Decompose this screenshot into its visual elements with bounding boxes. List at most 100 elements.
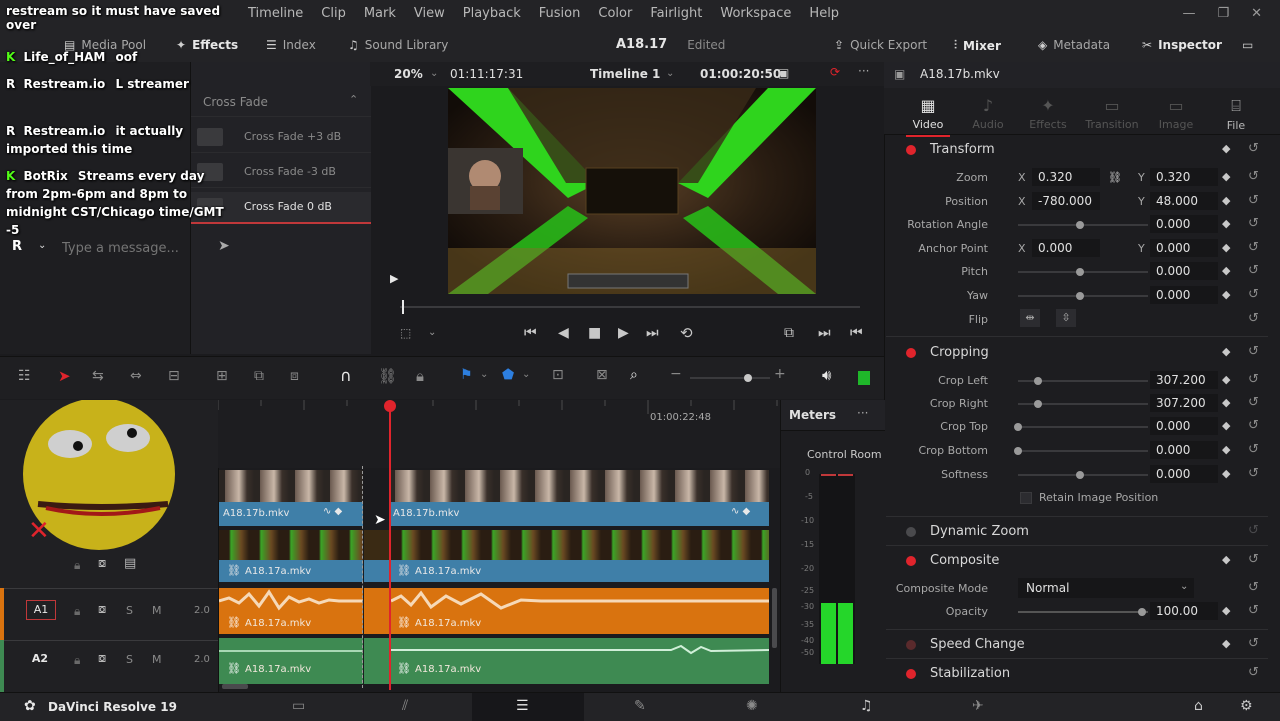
a2-track-label[interactable]: A2 [26, 650, 54, 668]
opacity-field[interactable]: 100.00 [1150, 602, 1218, 620]
maximize-icon[interactable]: ❐ [1217, 6, 1229, 21]
timeline-zoom-slider[interactable] [690, 374, 770, 382]
audio-transition[interactable] [364, 638, 390, 684]
keyframe-diamond-icon[interactable]: ◆ [1222, 419, 1230, 432]
reset-icon[interactable]: ↺ [1248, 287, 1259, 302]
solo-button[interactable]: S [126, 604, 133, 617]
keyframe-diamond-icon[interactable]: ◆ [1222, 467, 1230, 480]
keyframe-diamond-icon[interactable]: ◆ [1222, 241, 1230, 254]
rotation-slider[interactable] [1018, 221, 1148, 229]
index-button[interactable]: ☰ Index [266, 38, 316, 52]
chevron-down-icon[interactable]: ⌄ [480, 369, 488, 380]
menu-clip[interactable]: Clip [321, 6, 346, 21]
pitch-field[interactable]: 0.000 [1150, 262, 1218, 280]
speaker-icon[interactable]: 🔊︎ [822, 366, 831, 384]
menu-timeline[interactable]: Timeline [248, 6, 303, 21]
edit-page-tab[interactable]: ☰ [472, 693, 584, 721]
menu-fusion[interactable]: Fusion [539, 6, 581, 21]
keyframe-diamond-icon[interactable]: ◆ [1222, 373, 1230, 386]
speed-change-enable-toggle[interactable] [906, 640, 916, 650]
chevron-down-icon[interactable]: ⌄ [428, 327, 436, 338]
keyframe-diamond-icon[interactable]: ◆ [1222, 345, 1230, 358]
stabilization-section[interactable]: Stabilization ↺ [886, 661, 1268, 687]
solo-button[interactable]: S [126, 653, 133, 666]
reset-icon[interactable]: ↺ [1248, 442, 1259, 457]
match-frame-icon[interactable]: ⧉ [784, 325, 794, 341]
reset-icon[interactable]: ↺ [1248, 580, 1259, 595]
keyframe-diamond-icon[interactable]: ◆ [1222, 396, 1230, 409]
reset-icon[interactable]: ↺ [1248, 141, 1259, 156]
composite-section[interactable]: Composite ◆ ↺ [886, 548, 1268, 574]
menu-view[interactable]: View [414, 6, 445, 21]
video-clip[interactable]: A18.17b.mkv ∿ ◆ [389, 470, 769, 526]
dynamic-zoom-section[interactable]: Dynamic Zoom ↺ [886, 519, 1268, 545]
stabilization-enable-toggle[interactable] [906, 669, 916, 679]
mute-button[interactable]: M [152, 653, 162, 666]
flag-icon[interactable]: ⚑ [460, 367, 473, 383]
yaw-field[interactable]: 0.000 [1150, 286, 1218, 304]
opacity-slider[interactable] [1018, 608, 1148, 616]
zoom-in-icon[interactable]: + [774, 366, 786, 382]
chevron-down-icon[interactable]: ⌄ [522, 369, 530, 380]
viewer-mode-icon[interactable]: ▣ [778, 66, 789, 80]
keyframe-diamond-icon[interactable]: ◆ [1222, 553, 1230, 566]
audio-clip[interactable]: ⛓ A18.17a.mkv [219, 588, 363, 634]
zoom-out-icon[interactable]: − [670, 366, 682, 382]
keyframe-diamond-icon[interactable]: ◆ [1222, 170, 1230, 183]
previous-edit-icon[interactable]: ⏮ [850, 325, 863, 341]
crop-left-slider[interactable] [1018, 377, 1148, 385]
softness-slider[interactable] [1018, 471, 1148, 479]
skip-to-end-icon[interactable]: ⏭ [646, 325, 659, 341]
reset-icon[interactable]: ↺ [1248, 193, 1259, 208]
pitch-slider[interactable] [1018, 268, 1148, 276]
insert-clip-icon[interactable]: ⊞ [216, 368, 228, 384]
reset-icon[interactable]: ↺ [1248, 466, 1259, 481]
chevron-down-icon[interactable]: ⌄ [430, 68, 438, 79]
position-x-field[interactable]: -780.000 [1032, 192, 1100, 210]
position-lock-icon[interactable]: 🔒︎ [416, 367, 424, 385]
link-icon[interactable]: ⛓ [1108, 171, 1122, 184]
chat-message-input[interactable] [60, 236, 214, 260]
zoom-custom-icon[interactable]: ⌕ [630, 367, 638, 383]
keyframe-diamond-icon[interactable]: ◆ [1222, 217, 1230, 230]
fairlight-page-icon[interactable]: ♫ [860, 698, 873, 714]
scrub-handle[interactable] [402, 300, 404, 314]
play-marker-icon[interactable]: ▶ [390, 272, 398, 285]
keyframe-diamond-icon[interactable]: ◆ [1222, 288, 1230, 301]
transform-section[interactable]: Transform ◆ ↺ [886, 137, 1268, 163]
auto-select-icon[interactable]: ⧇ [98, 556, 106, 571]
replace-clip-icon[interactable]: ⧈ [290, 368, 299, 384]
send-icon[interactable]: ➤ [218, 238, 230, 254]
transform-enable-toggle[interactable] [906, 145, 916, 155]
yaw-slider[interactable] [1018, 292, 1148, 300]
menu-workspace[interactable]: Workspace [720, 6, 791, 21]
dynamic-zoom-enable-toggle[interactable] [906, 527, 916, 537]
waveform-toggle-icon[interactable]: ∿ ◆ [323, 506, 342, 517]
zoom-y-field[interactable]: 0.320 [1150, 168, 1218, 186]
snapping-icon[interactable]: ∩ [340, 366, 352, 385]
viewer-layout-icon[interactable]: ▣ [894, 67, 905, 81]
reset-icon[interactable]: ↺ [1248, 240, 1259, 255]
softness-field[interactable]: 0.000 [1150, 465, 1218, 483]
zoom-slider-knob[interactable] [744, 374, 752, 382]
zoom-detail-icon[interactable]: ⊠ [596, 367, 608, 383]
crop-top-slider[interactable] [1014, 423, 1148, 431]
audio-clip[interactable]: ⛓ A18.17a.mkv [219, 638, 363, 684]
timeline-ruler[interactable]: 01:00:22:48 [218, 400, 780, 468]
anchor-x-field[interactable]: 0.000 [1032, 239, 1100, 257]
reset-icon[interactable]: ↺ [1248, 263, 1259, 278]
video-preview[interactable] [448, 88, 816, 294]
chevron-up-icon[interactable]: ⌃ [349, 93, 358, 106]
dynamic-trim-icon[interactable]: ⇔ [130, 368, 142, 384]
anchor-y-field[interactable]: 0.000 [1150, 239, 1218, 257]
auto-select-icon[interactable]: ⧇ [98, 651, 106, 666]
minimize-icon[interactable]: — [1182, 6, 1195, 21]
tab-audio[interactable]: ♪ Audio [958, 96, 1018, 131]
reset-icon[interactable]: ↺ [1248, 636, 1259, 651]
flip-vertical-icon[interactable]: ⇳ [1056, 309, 1076, 327]
reset-icon[interactable]: ↺ [1248, 344, 1259, 359]
disable-video-icon[interactable]: ▤ [124, 556, 136, 571]
trim-tool-icon[interactable]: ⇆ [92, 368, 104, 384]
video-clip[interactable]: A18.17b.mkv ∿ ◆ [219, 470, 363, 526]
auto-select-icon[interactable]: ⧇ [98, 602, 106, 617]
